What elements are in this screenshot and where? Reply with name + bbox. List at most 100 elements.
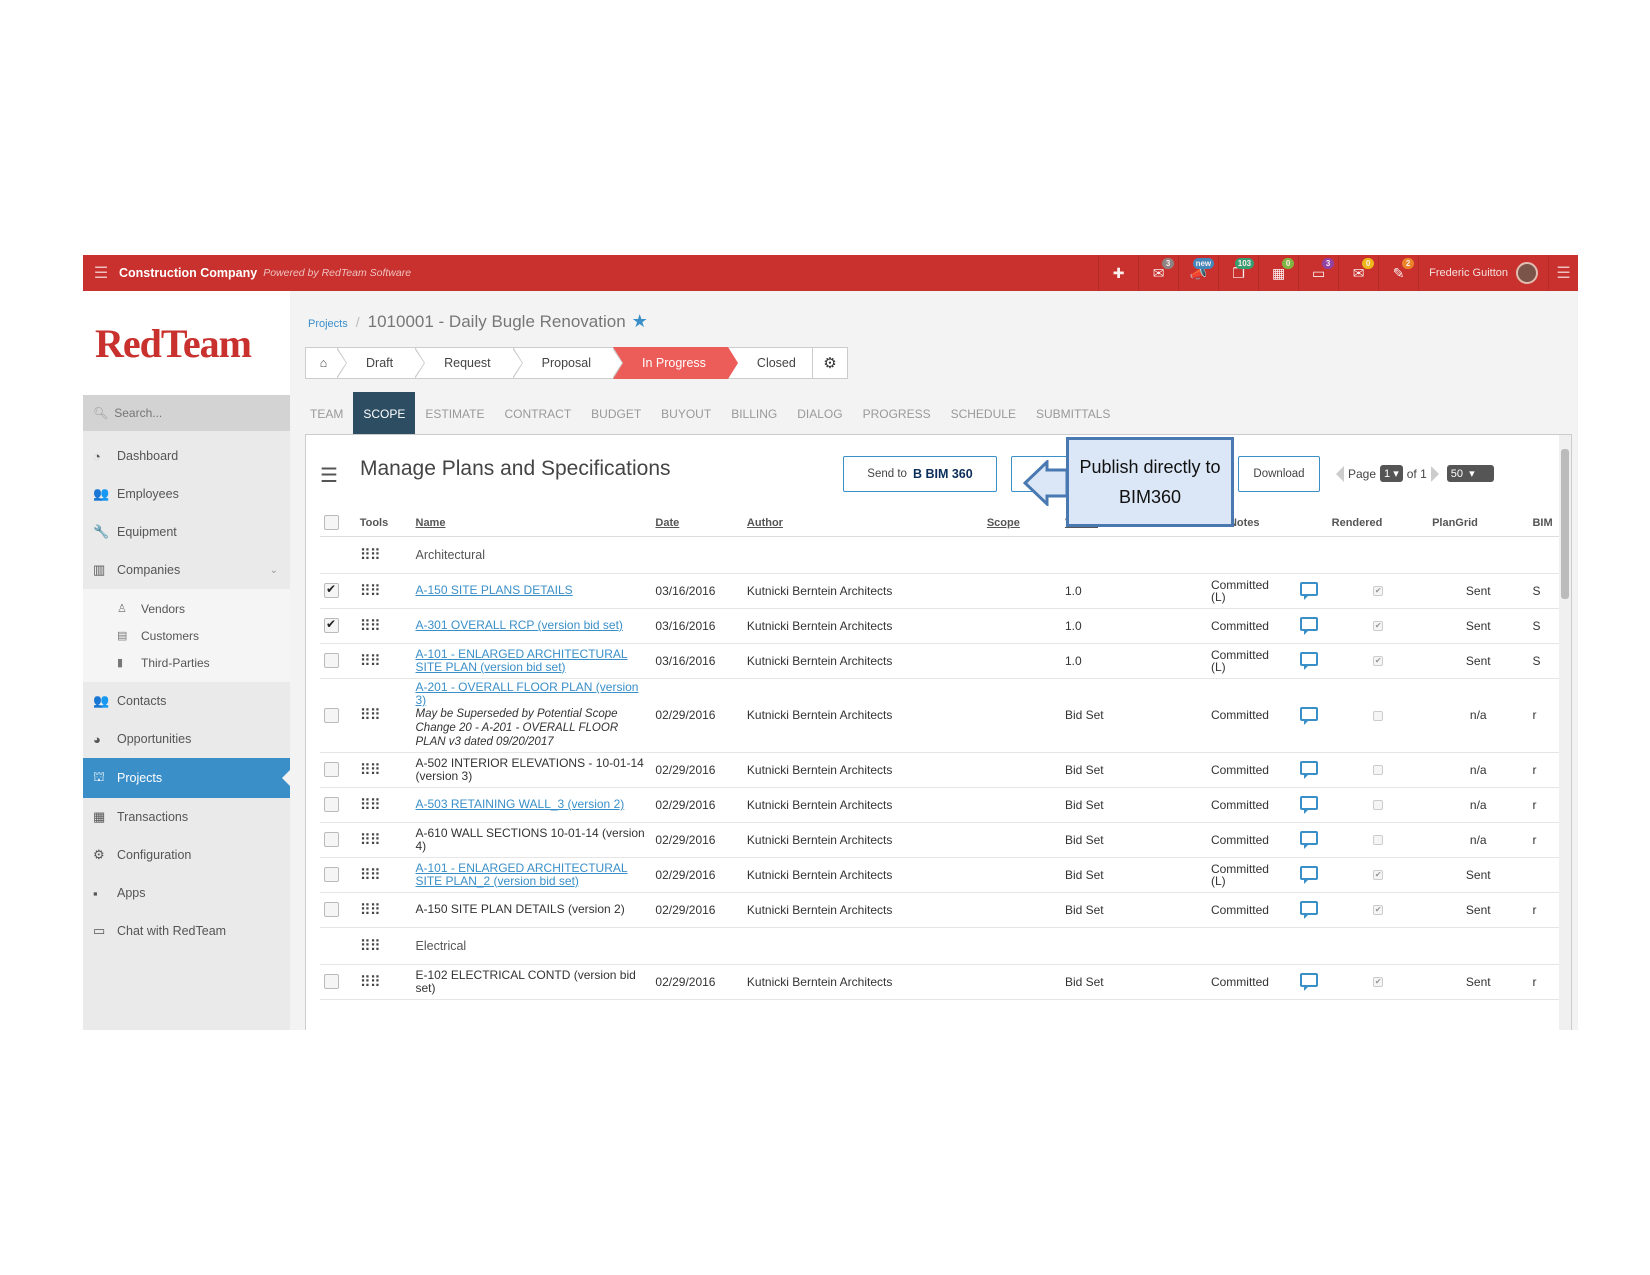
plan-name-link[interactable]: A-503 RETAINING WALL_3 (version 2) (416, 797, 625, 811)
send-to-bim360-button[interactable]: Send to B BIM 360 (843, 456, 997, 492)
topbar-button-inbox[interactable]: ✉ 0 (1338, 255, 1378, 291)
tab-billing[interactable]: BILLING (721, 392, 787, 435)
sidebar-item-projects[interactable]: ⛫ Projects (83, 758, 290, 798)
row-checkbox[interactable] (324, 617, 339, 634)
notes-icon[interactable] (1300, 652, 1319, 670)
sidebar-item-companies[interactable]: ▥ Companies ⌄ (83, 551, 290, 589)
column-header-author[interactable]: Author (742, 510, 983, 537)
plan-name-link[interactable]: A-201 - OVERALL FLOOR PLAN (version 3) (416, 680, 639, 707)
plan-name-link[interactable]: A-150 SITE PLANS DETAILS (416, 583, 573, 597)
plan-name-link[interactable]: A-101 - ENLARGED ARCHITECTURAL SITE PLAN… (416, 861, 628, 888)
sidebar-item-chat-with-redteam[interactable]: ▭ Chat with RedTeam (83, 912, 290, 950)
grid-menu-icon[interactable]: ⠿⠿ (360, 902, 381, 919)
row-checkbox[interactable] (324, 762, 339, 778)
stage-proposal[interactable]: Proposal (512, 347, 623, 379)
topbar-button-megaphone[interactable]: 📣 new (1178, 255, 1218, 291)
scrollbar-thumb[interactable] (1561, 449, 1569, 599)
tab-progress[interactable]: PROGRESS (853, 392, 941, 435)
sidebar-item-contacts[interactable]: 👥 Contacts (83, 682, 290, 720)
notes-icon[interactable] (1300, 973, 1319, 991)
next-page-icon[interactable] (1430, 465, 1439, 482)
grid-menu-icon[interactable]: ⠿⠿ (360, 762, 381, 779)
stage-home[interactable]: ⌂ (305, 347, 347, 379)
sidebar-subitem-third-parties[interactable]: ▮ Third-Parties (83, 649, 290, 676)
tab-dialog[interactable]: DIALOG (787, 392, 852, 435)
grid-menu-icon[interactable]: ⠿⠿ (360, 583, 381, 600)
prev-page-icon[interactable] (1336, 465, 1344, 482)
stage-closed[interactable]: Closed (727, 347, 819, 379)
search-box[interactable]: 🔍︎ (83, 395, 290, 431)
row-checkbox[interactable] (324, 832, 339, 848)
column-header-name[interactable]: Name (411, 510, 652, 537)
tab-team[interactable]: TEAM (300, 392, 353, 435)
tab-estimate[interactable]: ESTIMATE (415, 392, 494, 435)
search-input[interactable] (114, 406, 265, 420)
grid-menu-icon[interactable]: ⠿⠿ (360, 797, 381, 814)
sidebar-item-configuration[interactable]: ⚙ Configuration (83, 836, 290, 874)
tab-contract[interactable]: CONTRACT (494, 392, 581, 435)
plan-name-link[interactable]: A-301 OVERALL RCP (version bid set) (416, 618, 623, 632)
plan-name-link[interactable]: A-101 - ENLARGED ARCHITECTURAL SITE PLAN… (416, 647, 628, 674)
row-checkbox[interactable] (324, 867, 339, 883)
notes-icon[interactable] (1300, 761, 1319, 779)
topbar-button-documents[interactable]: ❐ 103 (1218, 255, 1258, 291)
sidebar-item-opportunities[interactable]: ◕ Opportunities (83, 720, 290, 758)
hamburger-menu-icon[interactable]: ☰ (83, 263, 119, 283)
tab-schedule[interactable]: SCHEDULE (941, 392, 1026, 435)
grid-menu-icon[interactable]: ⠿⠿ (360, 938, 381, 955)
notes-icon[interactable] (1300, 901, 1319, 919)
stage-request[interactable]: Request (415, 347, 523, 379)
topbar-button-mail[interactable]: ✉ 3 (1138, 255, 1178, 291)
notes-icon[interactable] (1300, 582, 1319, 600)
row-checkbox[interactable] (324, 974, 339, 990)
chevron-down-icon[interactable]: ⌄ (270, 565, 278, 576)
page-select[interactable]: 1 ▾ (1380, 465, 1403, 482)
sidebar-subitem-vendors[interactable]: ♙ Vendors (83, 595, 290, 622)
per-page-select[interactable]: 50 ▾ (1446, 465, 1494, 482)
right-menu-icon[interactable]: ☰ (1548, 255, 1578, 291)
stage-in-progress[interactable]: In Progress (613, 347, 738, 379)
tab-submittals[interactable]: SUBMITTALS (1026, 392, 1120, 435)
grid-menu-icon[interactable]: ⠿⠿ (360, 974, 381, 991)
tab-scope[interactable]: SCOPE (353, 392, 416, 435)
grid-menu-icon[interactable]: ⠿⠿ (360, 707, 381, 724)
sidebar-item-employees[interactable]: 👥 Employees (83, 475, 290, 513)
grid-menu-icon[interactable]: ⠿⠿ (360, 832, 381, 849)
stage-settings-button[interactable]: ⚙ (812, 347, 848, 379)
sidebar-item-apps[interactable]: ▪ Apps (83, 874, 290, 912)
row-checkbox[interactable] (324, 582, 339, 599)
notes-icon[interactable] (1300, 831, 1319, 849)
sidebar-subitem-customers[interactable]: ▤ Customers (83, 622, 290, 649)
row-checkbox[interactable] (324, 902, 339, 918)
column-header-scope[interactable]: Scope (982, 510, 1061, 537)
tab-buyout[interactable]: BUYOUT (651, 392, 721, 435)
notes-icon[interactable] (1300, 796, 1319, 814)
topbar-button-calendar[interactable]: ▦ 0 (1258, 255, 1298, 291)
download-button[interactable]: Download (1238, 456, 1320, 492)
breadcrumb-projects-link[interactable]: Projects (308, 318, 348, 330)
grid-menu-icon[interactable]: ⠿⠿ (360, 618, 381, 635)
tab-budget[interactable]: BUDGET (581, 392, 651, 435)
panel-menu-icon[interactable]: ☰ (320, 463, 338, 488)
column-header-date[interactable]: Date (651, 510, 743, 537)
sidebar-item-transactions[interactable]: ▦ Transactions (83, 798, 290, 836)
scrollbar[interactable] (1559, 435, 1571, 1030)
stage-draft[interactable]: Draft (337, 347, 426, 379)
grid-menu-icon[interactable]: ⠿⠿ (360, 653, 381, 670)
select-all-checkbox[interactable] (324, 515, 339, 531)
sidebar-item-equipment[interactable]: 🔧 Equipment (83, 513, 290, 551)
sidebar-item-dashboard[interactable]: ◔ Dashboard (83, 437, 290, 475)
row-checkbox[interactable] (324, 707, 339, 723)
topbar-button-monitor[interactable]: ▭ 3 (1298, 255, 1338, 291)
topbar-button-add[interactable]: ✚ (1098, 255, 1138, 291)
row-checkbox[interactable] (324, 797, 339, 813)
notes-icon[interactable] (1300, 706, 1319, 725)
notes-icon[interactable] (1300, 866, 1319, 884)
row-checkbox[interactable] (324, 653, 339, 669)
favorite-star-icon[interactable]: ★ (632, 311, 648, 332)
user-menu[interactable]: Frederic Guitton (1418, 255, 1548, 291)
grid-menu-icon[interactable]: ⠿⠿ (360, 867, 381, 884)
grid-menu-icon[interactable]: ⠿⠿ (360, 547, 381, 564)
notes-icon[interactable] (1300, 617, 1319, 635)
topbar-button-chat[interactable]: ✎ 2 (1378, 255, 1418, 291)
